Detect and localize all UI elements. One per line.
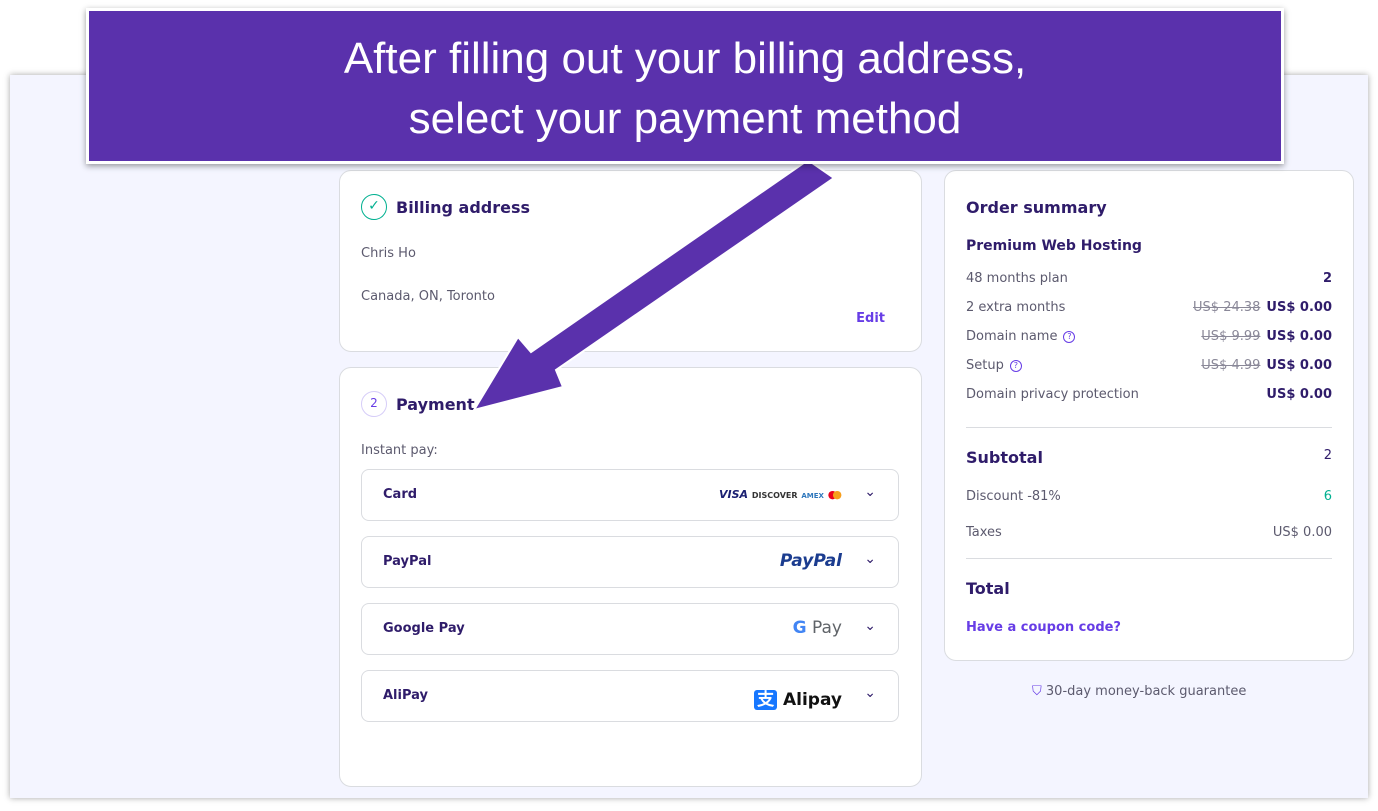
banner-line-2: select your payment method [408,94,962,143]
instruction-banner: After filling out your billing address, … [86,8,1284,164]
banner-line-1: After filling out your billing address, [343,34,1027,83]
arrow-icon [471,158,836,412]
